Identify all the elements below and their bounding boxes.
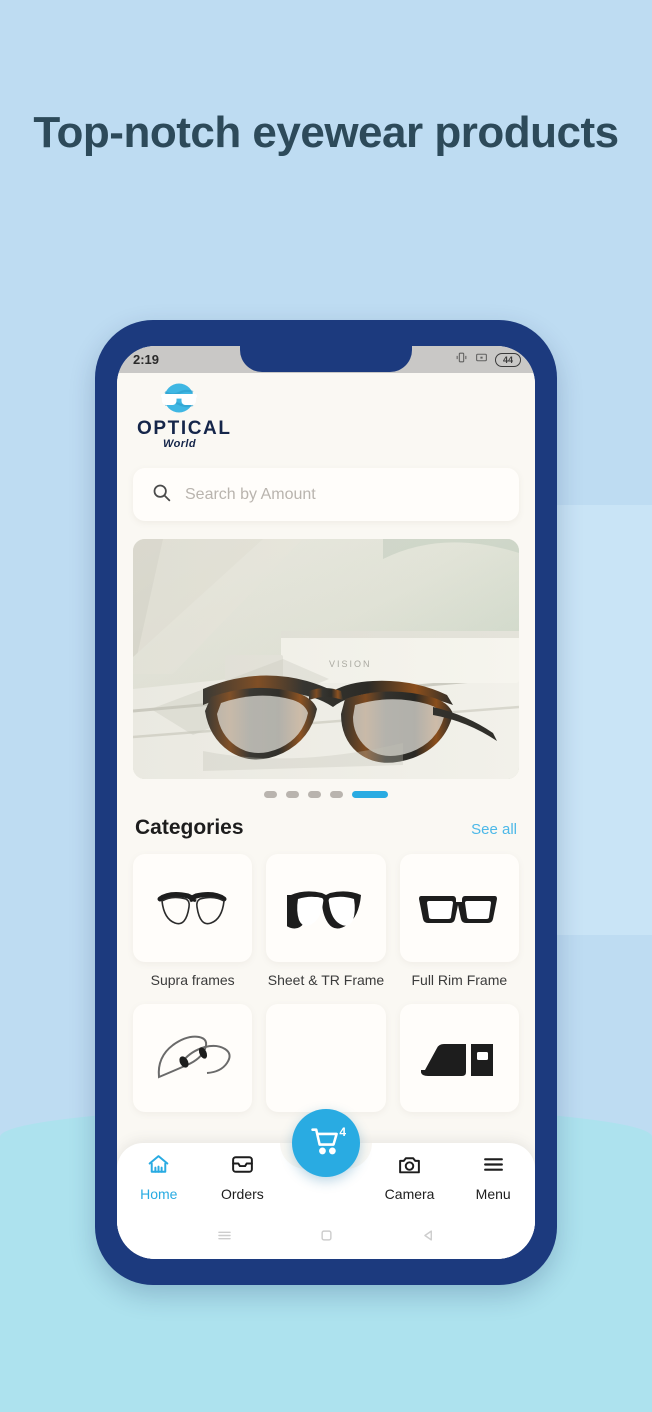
category-item-sheet-tr-frame[interactable]: Sheet & TR Frame <box>266 854 386 990</box>
categories-header: Categories See all <box>135 816 517 840</box>
carousel-dot[interactable] <box>264 791 277 798</box>
supra-frames-icon <box>157 892 227 925</box>
nav-item-camera[interactable]: Camera <box>368 1152 452 1202</box>
rimless-frame-icon <box>157 1035 231 1079</box>
nav-label: Menu <box>475 1186 511 1202</box>
category-item-supra-frames[interactable]: Supra frames <box>133 854 253 990</box>
nav-item-menu[interactable]: Menu <box>451 1152 535 1202</box>
category-label: Sheet & TR Frame <box>267 972 385 988</box>
battery-icon: 44 <box>495 352 521 367</box>
search-placeholder: Search by Amount <box>185 485 316 503</box>
brand-logo: OPTICAL World <box>117 373 535 450</box>
vibrate-icon <box>455 351 468 369</box>
category-card[interactable] <box>399 1003 519 1112</box>
nav-label: Orders <box>220 1186 264 1202</box>
nav-label: Camera <box>384 1186 435 1202</box>
globe-glasses-icon <box>149 383 209 417</box>
phone-screen: 2:19 44 OPTICAL World Search by Amount V… <box>117 346 535 1259</box>
nav-item-home[interactable]: Home <box>117 1152 201 1202</box>
category-label: Supra frames <box>150 972 235 988</box>
case-frame-icon <box>421 1043 494 1076</box>
brand-name: OPTICAL <box>137 418 232 439</box>
eyeglasses-banner-image: VISION <box>133 539 519 779</box>
search-icon <box>151 482 172 508</box>
carousel-dots[interactable] <box>117 791 535 798</box>
carousel-dot-active[interactable] <box>352 791 388 798</box>
categories-title: Categories <box>135 816 244 839</box>
page-title: Top-notch eyewear products <box>33 108 619 157</box>
hamburger-icon <box>481 1152 506 1182</box>
status-icons: 44 <box>455 351 521 369</box>
see-all-link[interactable]: See all <box>471 821 517 838</box>
sd-card-icon <box>475 351 488 369</box>
shopping-cart-icon <box>309 1124 343 1163</box>
sheet-tr-frame-icon <box>286 891 361 929</box>
search-input[interactable]: Search by Amount <box>133 468 519 521</box>
status-bar: 2:19 44 <box>117 346 535 373</box>
home-icon <box>146 1152 171 1182</box>
category-card[interactable] <box>266 1003 386 1112</box>
back-triangle-icon[interactable] <box>419 1226 438 1250</box>
category-item-placeholder[interactable] <box>266 1003 386 1121</box>
inbox-icon <box>230 1152 255 1182</box>
category-item-rimless-frame[interactable] <box>133 1003 253 1121</box>
category-card[interactable] <box>266 854 386 962</box>
cart-badge: 4 <box>339 1125 346 1139</box>
app-content: OPTICAL World Search by Amount VISION Ca… <box>117 373 535 1259</box>
bottom-navigation: Home Orders Camera Menu 4 <box>117 1109 535 1217</box>
categories-grid: Supra frames Sheet & TR Frame Full Rim F… <box>133 854 519 1121</box>
cart-fab-button[interactable]: 4 <box>292 1109 360 1177</box>
nav-label: Home <box>140 1186 178 1202</box>
android-system-bar <box>117 1217 535 1259</box>
carousel-dot[interactable] <box>330 791 343 798</box>
home-square-icon[interactable] <box>317 1226 336 1250</box>
nav-item-orders[interactable]: Orders <box>201 1152 285 1202</box>
category-card[interactable] <box>133 1003 253 1112</box>
status-time: 2:19 <box>133 352 160 367</box>
phone-notch <box>240 346 412 372</box>
phone-mockup: 2:19 44 OPTICAL World Search by Amount V… <box>95 320 557 1285</box>
category-card[interactable] <box>399 854 519 962</box>
category-label: Full Rim Frame <box>411 972 508 988</box>
carousel-dot[interactable] <box>286 791 299 798</box>
camera-icon <box>397 1152 422 1182</box>
hero-banner[interactable]: VISION <box>133 539 519 779</box>
category-item-case-frame[interactable] <box>399 1003 519 1121</box>
category-item-full-rim-frame[interactable]: Full Rim Frame <box>399 854 519 990</box>
recents-icon[interactable] <box>215 1226 234 1250</box>
category-card[interactable] <box>133 854 253 962</box>
full-rim-frame-icon <box>419 896 498 923</box>
carousel-dot[interactable] <box>308 791 321 798</box>
